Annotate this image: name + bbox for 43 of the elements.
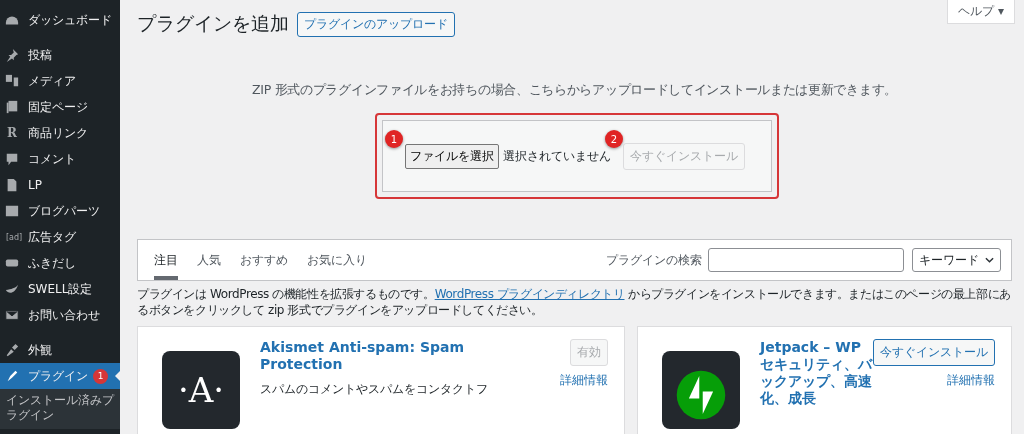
menu-icon: R: [5, 126, 19, 140]
more-details-link[interactable]: 詳細情報: [947, 372, 995, 389]
plugin-logo: ·A·: [162, 351, 240, 429]
bolt-icon: [675, 369, 727, 421]
sidebar-item[interactable]: 投稿: [0, 42, 120, 68]
sidebar-item[interactable]: SWELL設定: [0, 276, 120, 302]
filter-tab[interactable]: おすすめ: [240, 240, 288, 280]
plugin-directory-link[interactable]: WordPress プラグインディレクトリ: [434, 287, 625, 301]
file-status-text: 選択されていません: [503, 147, 611, 165]
update-count-badge: 1: [93, 368, 108, 384]
search-field[interactable]: [708, 248, 904, 272]
sidebar-item[interactable]: R 商品リンク: [0, 120, 120, 146]
search-type-dropdown[interactable]: キーワード: [912, 248, 1001, 272]
filter-tab[interactable]: お気に入り: [307, 240, 367, 280]
sidebar-item[interactable]: [ad] 広告タグ: [0, 224, 120, 250]
search-label: プラグインの検索: [606, 251, 702, 269]
sidebar-item[interactable]: 外観: [0, 337, 120, 363]
choose-file-button[interactable]: ファイルを選択: [405, 143, 499, 169]
sidebar-item[interactable]: 固定ページ: [0, 94, 120, 120]
sidebar-item[interactable]: ダッシュボード: [0, 7, 120, 33]
sidebar-item[interactable]: LP: [0, 172, 120, 198]
sidebar-item[interactable]: ふきだし: [0, 250, 120, 276]
plugin-action-button[interactable]: 今すぐインストール: [873, 339, 995, 366]
sidebar-item[interactable]: メディア: [0, 68, 120, 94]
step-marker: 1: [385, 130, 403, 148]
sidebar-item[interactable]: お問い合わせ: [0, 302, 120, 328]
upload-instructions: ZIP 形式のプラグインファイルをお持ちの場合、こちらからアップロードしてインストールまたは更新できます。: [251, 82, 898, 99]
page-title: プラグインを追加: [137, 11, 289, 36]
filter-tab[interactable]: 人気: [197, 240, 221, 280]
upload-plugin-button[interactable]: プラグインのアップロード: [297, 11, 455, 37]
plugin-name-link[interactable]: Jetpack – WP セキュリティ、バックアップ、高速化、成長: [760, 339, 875, 407]
chevron-down-icon: [985, 257, 994, 263]
plugin-name-link[interactable]: Akismet Anti-spam: Spam Protection: [260, 339, 488, 373]
sidebar-item[interactable]: プラグイン 1: [0, 363, 120, 389]
help-tab[interactable]: ヘルプ ▾: [947, 0, 1015, 24]
intro-text: プラグインは WordPress の機能性を拡張するものです。WordPress プラグインディレクトリ からプラグインをインストールできます。またはこのページの最上部にあるボタンをクリックして zip 形式でプラグインをアップロードしてください。: [137, 286, 1012, 318]
sidebar-item[interactable]: ブログパーツ: [0, 198, 120, 224]
more-details-link[interactable]: 詳細情報: [560, 372, 608, 389]
step-marker: 2: [605, 130, 623, 148]
plugin-description: スパムのコメントやスパムをコンタクトフ: [260, 381, 488, 398]
menu-icon: [ad]: [5, 232, 23, 242]
filter-tab[interactable]: 注目: [154, 240, 178, 280]
sidebar-item[interactable]: コメント: [0, 146, 120, 172]
